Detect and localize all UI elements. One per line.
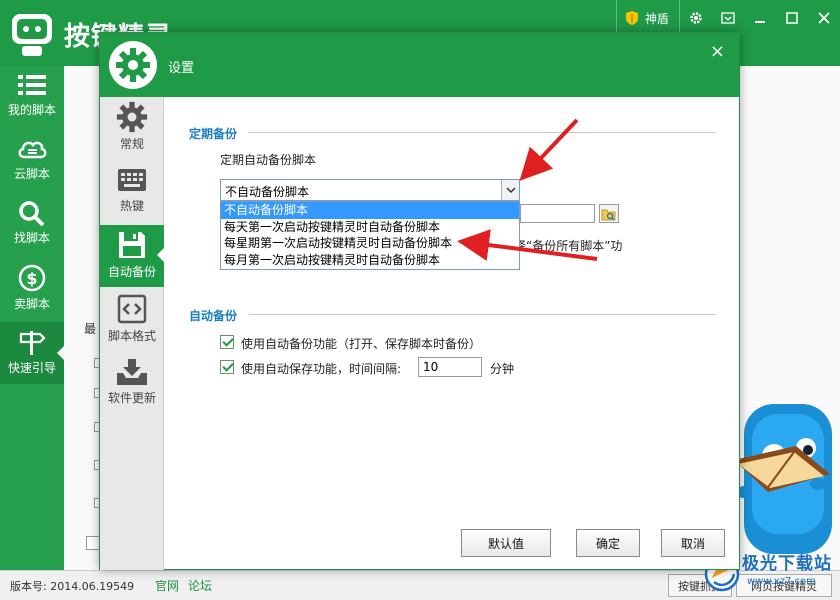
default-button[interactable]: 默认值 <box>461 529 551 557</box>
close-button[interactable] <box>808 0 840 36</box>
watermark-title: 极光下载站 <box>742 554 832 574</box>
code-icon <box>117 294 147 324</box>
dropdown-option[interactable]: 每月第一次启动按键精灵时自动备份脚本 <box>221 252 519 269</box>
robot-logo-icon <box>12 14 52 56</box>
minimize-icon <box>755 21 765 23</box>
section-divider <box>249 314 716 315</box>
section-divider <box>249 132 716 133</box>
app-sidebar: 我的脚本 云脚本 找脚本 $ 卖脚本 快速引导 <box>0 66 65 570</box>
svg-text:$: $ <box>26 269 37 288</box>
auto-save-checkbox[interactable] <box>220 360 234 374</box>
settings-dialog: 设置 × 常规 热键 自动备份 脚本格式 软件更新 定期备份 定期自动备份脚本 … <box>99 32 740 570</box>
nav-script-format[interactable]: 脚本格式 <box>100 289 164 351</box>
nav-software-update[interactable]: 软件更新 <box>100 353 164 415</box>
close-icon <box>818 12 830 24</box>
forum-link[interactable]: 论坛 <box>188 577 212 594</box>
background-checkbox[interactable] <box>86 536 100 550</box>
sidebar-item-label: 卖脚本 <box>13 297 50 311</box>
periodic-backup-label: 定期自动备份脚本 <box>220 153 317 167</box>
settings-nav: 常规 热键 自动备份 脚本格式 软件更新 <box>100 97 165 570</box>
ok-button[interactable]: 确定 <box>576 529 640 557</box>
gear-icon <box>116 101 148 133</box>
dialog-titlebar: 设置 × <box>100 33 739 97</box>
auto-backup-checkbox[interactable] <box>220 335 234 349</box>
periodic-backup-heading: 定期备份 <box>189 127 238 141</box>
backup-hint-text: 择“备份所有脚本”功 <box>514 239 623 253</box>
official-site-link[interactable]: 官网 <box>155 577 179 594</box>
nav-label: 软件更新 <box>107 391 156 405</box>
active-indicator <box>157 247 165 263</box>
minimize-button[interactable] <box>744 0 776 36</box>
list-icon <box>18 75 46 95</box>
nav-label: 自动备份 <box>107 265 156 279</box>
sidebar-item-label: 云脚本 <box>13 167 50 181</box>
nav-label: 脚本格式 <box>107 329 156 343</box>
cancel-button[interactable]: 取消 <box>661 529 725 557</box>
download-tray-icon <box>117 359 147 385</box>
auto-save-label: 使用自动保存功能，时间间隔: <box>241 362 402 376</box>
shield-button[interactable]: 神盾 <box>615 0 680 36</box>
sidebar-item-label: 找脚本 <box>13 231 50 245</box>
interval-unit-label: 分钟 <box>490 362 515 376</box>
search-icon <box>19 201 45 226</box>
version-text: 版本号: 2014.06.19549 <box>10 580 135 593</box>
backup-frequency-select[interactable]: 不自动备份脚本 <box>220 179 520 201</box>
nav-hotkeys[interactable]: 热键 <box>100 161 164 223</box>
dialog-gear-badge <box>109 41 157 89</box>
sidebar-item-sell-scripts[interactable]: $ 卖脚本 <box>0 258 64 320</box>
gear-icon <box>116 48 150 82</box>
folder-search-icon <box>601 209 616 221</box>
select-value: 不自动备份脚本 <box>225 185 310 199</box>
window-controls: 神盾 <box>615 0 840 36</box>
auto-backup-label: 使用自动备份功能（打开、保存脚本时备份） <box>241 337 482 351</box>
dialog-close-button[interactable]: × <box>710 41 725 62</box>
cloud-icon <box>18 141 47 159</box>
dropdown-option[interactable]: 不自动备份脚本 <box>221 202 519 219</box>
dropdown-option[interactable]: 每星期第一次启动按键精灵时自动备份脚本 <box>221 235 519 252</box>
nav-label: 热键 <box>119 199 144 213</box>
floppy-icon <box>119 232 145 258</box>
sidebar-item-quick-guide[interactable]: 快速引导 <box>0 322 65 384</box>
shield-label: 神盾 <box>644 11 669 26</box>
watermark-url: www.xz7.com <box>747 576 816 587</box>
keyboard-icon <box>118 169 146 191</box>
backup-path-input[interactable] <box>520 204 595 223</box>
maximize-icon <box>786 12 798 24</box>
partial-label: 最 <box>84 322 97 336</box>
signpost-icon <box>19 331 46 355</box>
sidebar-item-label: 我的脚本 <box>7 103 56 117</box>
chevron-down-icon <box>505 187 516 194</box>
select-dropdown-button[interactable] <box>501 180 519 200</box>
dropdown-option[interactable]: 每天第一次启动按键精灵时自动备份脚本 <box>221 219 519 236</box>
nav-general[interactable]: 常规 <box>100 97 164 159</box>
robot-mascot-icon <box>734 404 832 554</box>
settings-button[interactable] <box>680 0 712 36</box>
browse-folder-button[interactable] <box>599 204 619 223</box>
sidebar-item-label: 快速引导 <box>7 361 56 375</box>
auto-backup-heading: 自动备份 <box>189 309 238 323</box>
menu-dropdown-icon <box>721 12 735 24</box>
sidebar-item-cloud-scripts[interactable]: 云脚本 <box>0 130 64 192</box>
sidebar-item-my-scripts[interactable]: 我的脚本 <box>0 66 64 128</box>
dollar-icon: $ <box>18 264 46 292</box>
menu-button[interactable] <box>712 0 744 36</box>
gear-icon <box>690 12 702 24</box>
backup-frequency-dropdown: 不自动备份脚本 每天第一次启动按键精灵时自动备份脚本 每星期第一次启动按键精灵时… <box>220 201 520 270</box>
shield-icon <box>625 11 638 25</box>
sidebar-item-find-scripts[interactable]: 找脚本 <box>0 194 64 256</box>
nav-label: 常规 <box>119 137 144 151</box>
dialog-title: 设置 <box>168 61 195 76</box>
nav-auto-backup[interactable]: 自动备份 <box>100 225 165 287</box>
maximize-button[interactable] <box>776 0 808 36</box>
save-interval-input[interactable]: 10 <box>418 357 482 377</box>
